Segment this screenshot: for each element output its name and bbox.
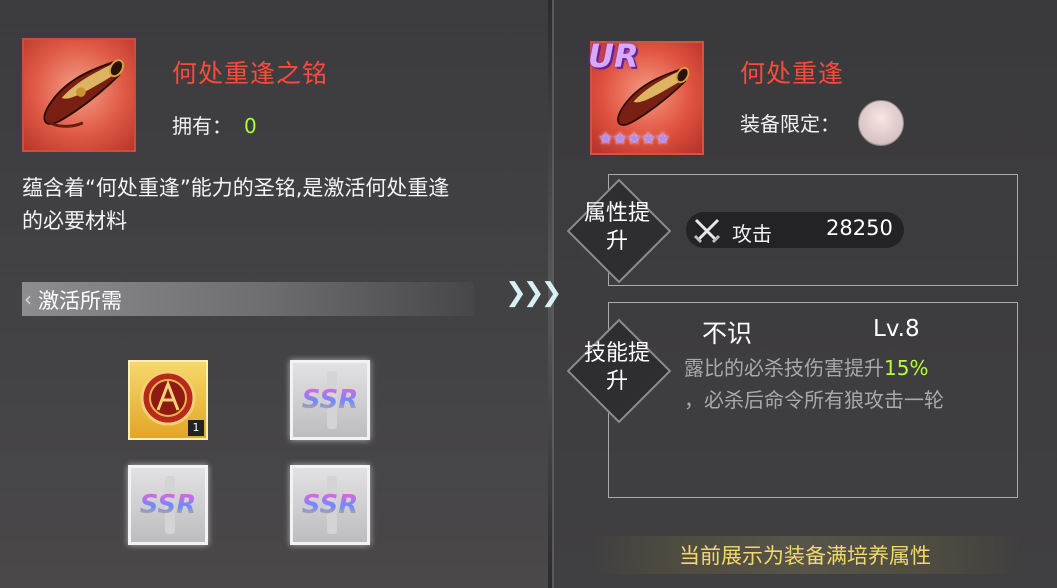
owned-row: 拥有： 0 — [172, 110, 257, 139]
skill-desc-text-2: ，必杀后命令所有狼攻击一轮 — [684, 388, 944, 412]
skill-desc-text: 露比的必杀技伤害提升 — [684, 356, 884, 380]
item-description: 蕴含着“何处重逢”能力的圣铭,是激活何处重逢的必要材料 — [22, 176, 450, 233]
rarity-badge: UR — [588, 37, 639, 75]
skill-description: 露比的必杀技伤害提升15% ，必杀后命令所有狼攻击一轮 — [684, 352, 1006, 416]
section-title: 激活所需 — [38, 289, 122, 313]
item-name: 何处重逢之铭 — [172, 59, 329, 88]
equip-limit-label: 装备限定： — [740, 112, 840, 136]
material-count: 1 — [188, 420, 204, 436]
item-icon[interactable] — [22, 38, 136, 152]
chevron-left-icon: ‹ — [24, 287, 32, 311]
character-avatar[interactable] — [858, 100, 904, 146]
skill-desc-highlight: 15% — [884, 356, 929, 380]
equipment-icon[interactable]: UR ★★★★★ — [588, 37, 704, 155]
ssr-label: SSR — [293, 490, 367, 520]
attribute-title: 属性提升 — [583, 201, 650, 254]
crossed-swords-icon — [693, 218, 721, 244]
material-slot-ssr[interactable]: SSR — [128, 465, 208, 545]
material-slot-ssr[interactable]: SSR — [290, 360, 370, 440]
skill-title: 技能提升 — [583, 341, 650, 394]
attack-value: 28250 — [826, 216, 893, 240]
footer-note: 当前展示为装备满培养属性 — [679, 544, 931, 568]
skill-level: Lv.8 — [873, 316, 920, 342]
material-slot-ssr[interactable]: SSR — [290, 465, 370, 545]
ssr-label: SSR — [131, 490, 205, 520]
owned-label: 拥有： — [172, 114, 232, 138]
material-slot-emblem[interactable]: 1 — [128, 360, 208, 440]
triple-chevron-right-icon: ❯❯❯ — [505, 278, 562, 308]
horn-icon — [43, 59, 124, 128]
activation-requirements-header: ‹ 激活所需 — [22, 282, 474, 316]
owned-value: 0 — [244, 114, 257, 138]
ssr-label: SSR — [293, 385, 367, 415]
star-rating: ★★★★★ — [598, 129, 670, 149]
skill-name: 不识 — [702, 319, 753, 348]
attack-label: 攻击 — [732, 222, 772, 246]
equipment-name: 何处重逢 — [740, 59, 845, 88]
